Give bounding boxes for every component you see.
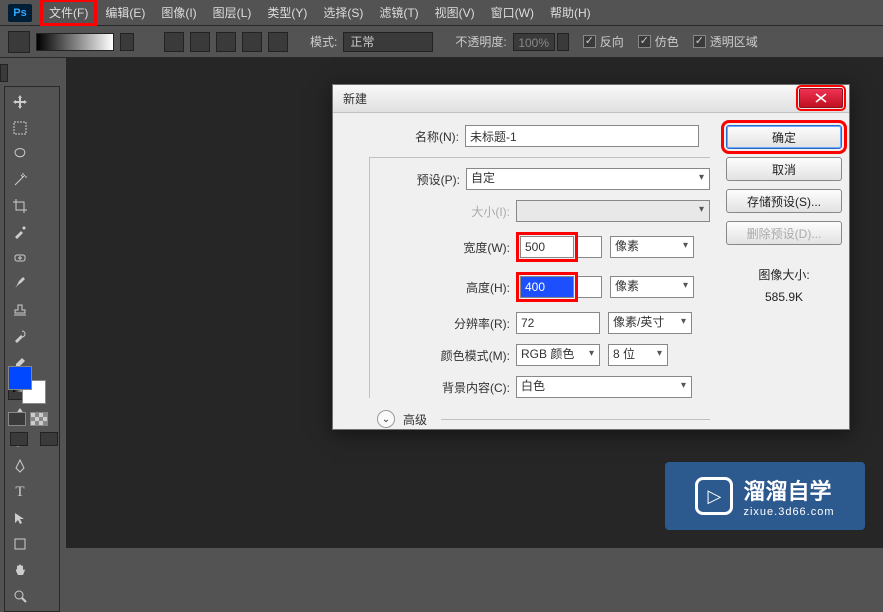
height-unit-select[interactable]: 像素 [610, 276, 694, 298]
save-preset-button[interactable]: 存储预设(S)... [726, 189, 842, 213]
bit-depth-select[interactable]: 8 位 [608, 344, 668, 366]
menu-filter[interactable]: 滤镜(T) [371, 0, 426, 25]
menu-window[interactable]: 窗口(W) [483, 0, 542, 25]
resolution-input[interactable] [516, 312, 600, 334]
close-icon [815, 93, 827, 103]
height-label: 高度(H): [370, 279, 516, 296]
tool-hand[interactable] [8, 558, 32, 582]
tool-stamp[interactable] [8, 298, 32, 322]
tool-lasso[interactable] [8, 142, 32, 166]
tool-brush[interactable] [8, 272, 32, 296]
quick-mask-icon[interactable] [8, 412, 26, 426]
tool-eyedropper[interactable] [8, 220, 32, 244]
checkbox-icon [693, 35, 706, 48]
screen-toggle-icon[interactable] [40, 432, 58, 446]
gradient-angle-icon[interactable] [216, 32, 236, 52]
gradient-diamond-icon[interactable] [268, 32, 288, 52]
opacity-slider-icon[interactable] [557, 33, 569, 51]
mode-select[interactable]: 正常 [343, 32, 433, 52]
gradient-reflected-icon[interactable] [242, 32, 262, 52]
tool-crop[interactable] [8, 194, 32, 218]
menu-layer[interactable]: 图层(L) [205, 0, 260, 25]
tool-shape[interactable] [8, 532, 32, 556]
watermark-play-icon: ▷ [695, 477, 733, 515]
checkbox-icon [583, 35, 596, 48]
background-select[interactable]: 白色 [516, 376, 692, 398]
watermark: ▷ 溜溜自学 zixue.3d66.com [665, 462, 865, 530]
width-input[interactable] [520, 236, 574, 258]
preset-select[interactable]: 自定 [466, 168, 710, 190]
menu-image[interactable]: 图像(I) [153, 0, 204, 25]
tool-type[interactable]: T [8, 480, 32, 504]
watermark-url: zixue.3d66.com [743, 506, 834, 518]
menu-view[interactable]: 视图(V) [427, 0, 483, 25]
tool-heal[interactable] [8, 246, 32, 270]
image-size-value: 585.9K [758, 287, 809, 309]
opacity-label: 不透明度: [455, 33, 506, 50]
watermark-title: 溜溜自学 [743, 474, 834, 506]
screen-mode-icon[interactable] [30, 412, 48, 426]
reverse-checkbox[interactable]: 反向 [583, 33, 624, 50]
resolution-label: 分辨率(R): [370, 315, 516, 332]
options-bar: 模式: 正常 不透明度: 100% 反向 仿色 透明区域 [0, 26, 883, 58]
dither-checkbox[interactable]: 仿色 [638, 33, 679, 50]
tools-panel: T [4, 86, 60, 612]
size-select [516, 200, 710, 222]
dialog-titlebar[interactable]: 新建 [333, 85, 849, 113]
size-label: 大小(I): [370, 203, 516, 220]
gradient-dropdown-icon[interactable] [120, 33, 134, 51]
menu-help[interactable]: 帮助(H) [542, 0, 599, 25]
current-tool-icon[interactable] [8, 31, 30, 53]
tool-path-select[interactable] [8, 506, 32, 530]
tool-marquee[interactable] [8, 116, 32, 140]
ok-button[interactable]: 确定 [726, 125, 842, 149]
transparency-checkbox[interactable]: 透明区域 [693, 33, 758, 50]
advanced-toggle-icon[interactable]: ⌄ [377, 410, 395, 428]
name-label: 名称(N): [349, 128, 465, 145]
gradient-radial-icon[interactable] [190, 32, 210, 52]
name-input[interactable] [465, 125, 699, 147]
background-label: 背景内容(C): [370, 379, 516, 396]
foreground-color-swatch[interactable] [8, 366, 32, 390]
mode-label: 模式: [310, 33, 337, 50]
close-button[interactable] [799, 88, 843, 108]
delete-preset-button: 删除预设(D)... [726, 221, 842, 245]
gradient-linear-icon[interactable] [164, 32, 184, 52]
color-mode-label: 颜色模式(M): [370, 347, 516, 364]
new-document-dialog: 新建 名称(N): 预设(P): 自定 大小(I): 宽度(W): [332, 84, 850, 430]
menu-edit[interactable]: 编辑(E) [97, 0, 153, 25]
resolution-unit-select[interactable]: 像素/英寸 [608, 312, 692, 334]
height-input-tail[interactable] [578, 276, 602, 298]
menubar: Ps 文件(F) 编辑(E) 图像(I) 图层(L) 类型(Y) 选择(S) 滤… [0, 0, 883, 26]
tool-wand[interactable] [8, 168, 32, 192]
width-unit-select[interactable]: 像素 [610, 236, 694, 258]
tool-move[interactable] [8, 90, 32, 114]
gradient-preview[interactable] [36, 33, 114, 51]
height-input[interactable] [520, 276, 574, 298]
panel-tab-handle-icon[interactable] [0, 64, 8, 82]
dialog-title: 新建 [343, 90, 367, 107]
color-swatches [8, 366, 48, 406]
image-size-label: 图像大小: [758, 265, 809, 287]
opacity-value[interactable]: 100% [513, 33, 555, 51]
width-label: 宽度(W): [370, 239, 516, 256]
tool-zoom[interactable] [8, 584, 32, 608]
advanced-label: 高级 [403, 411, 427, 428]
edit-mode-icon[interactable] [10, 432, 28, 446]
color-mode-select[interactable]: RGB 颜色 [516, 344, 600, 366]
tool-history-brush[interactable] [8, 324, 32, 348]
tool-pen[interactable] [8, 454, 32, 478]
menu-type[interactable]: 类型(Y) [259, 0, 315, 25]
preset-label: 预设(P): [370, 171, 466, 188]
cancel-button[interactable]: 取消 [726, 157, 842, 181]
app-logo-icon: Ps [8, 4, 32, 22]
menu-select[interactable]: 选择(S) [315, 0, 371, 25]
width-input-tail[interactable] [578, 236, 602, 258]
menu-file[interactable]: 文件(F) [40, 0, 97, 26]
checkbox-icon [638, 35, 651, 48]
